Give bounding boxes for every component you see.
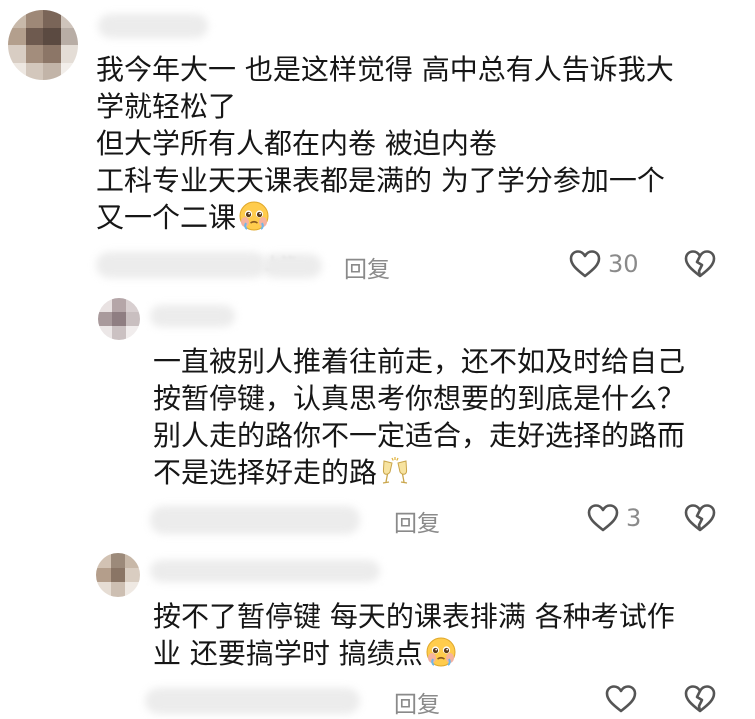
username-blurred[interactable] (98, 14, 208, 38)
reply-button[interactable]: 回复 (344, 250, 390, 284)
comment-line: 不是选择好走的路 (153, 456, 378, 489)
pleading-face-icon (239, 201, 269, 231)
comment-body: 一直被别人推着往前走，还不如及时给自己 按暂停键，认真思考你想要的到底是什么？ … (153, 343, 685, 491)
broken-heart-icon (684, 685, 716, 713)
timestamp-blurred (145, 688, 360, 714)
comment-line: 别人走的路你不一定适合，走好选择的路而 (153, 419, 686, 452)
clinking-glasses-icon (382, 457, 408, 484)
heart-icon (605, 685, 637, 713)
username-blurred[interactable] (150, 560, 380, 582)
broken-heart-icon (684, 504, 716, 532)
like-button[interactable]: 3 (586, 502, 641, 534)
comment-body: 按不了暂停键 每天的课表排满 各种考试作 业 还要搞学时 搞绩点 (153, 598, 675, 672)
location-blurred (262, 254, 322, 278)
heart-icon (587, 504, 619, 532)
broken-heart-icon (684, 250, 716, 278)
username-blurred[interactable] (150, 305, 235, 327)
comment-line: 又一个二课 (96, 201, 237, 234)
comment-body: 我今年大一 也是这样觉得 高中总有人告诉我大 学就轻松了 但大学所有人都在内卷 … (96, 51, 674, 236)
like-count: 3 (626, 504, 642, 532)
pleading-face-icon (426, 637, 456, 667)
dislike-button[interactable] (683, 683, 717, 719)
like-button[interactable]: 30 (568, 248, 639, 280)
comment-line: 按不了暂停键 每天的课表排满 各种考试作 (153, 600, 675, 633)
like-count: 30 (608, 250, 639, 278)
comment-line: 一直被别人推着往前走，还不如及时给自己 (153, 345, 686, 378)
comment-line: 我今年大一 也是这样觉得 高中总有人告诉我大 (96, 53, 674, 86)
comment-line: 按暂停键，认真思考你想要的到底是什么？ (153, 382, 686, 415)
like-button[interactable] (604, 683, 638, 715)
reply-button[interactable]: 回复 (394, 685, 440, 719)
avatar[interactable] (8, 10, 78, 80)
reply-button[interactable]: 回复 (394, 504, 440, 538)
comment-line: 学就轻松了 (96, 90, 237, 123)
heart-icon (569, 250, 601, 278)
dislike-button[interactable] (683, 248, 717, 284)
avatar[interactable] (98, 298, 140, 340)
comment-line: 但大学所有人都在内卷 被迫内卷 (96, 127, 497, 160)
comment-line: 业 还要搞学时 搞绩点 (153, 637, 423, 670)
timestamp-blurred (150, 506, 360, 534)
avatar[interactable] (96, 553, 140, 597)
timestamp-blurred (96, 252, 266, 278)
dislike-button[interactable] (683, 502, 717, 538)
comment-line: 工科专业天天课表都是满的 为了学分参加一个 (96, 164, 665, 197)
